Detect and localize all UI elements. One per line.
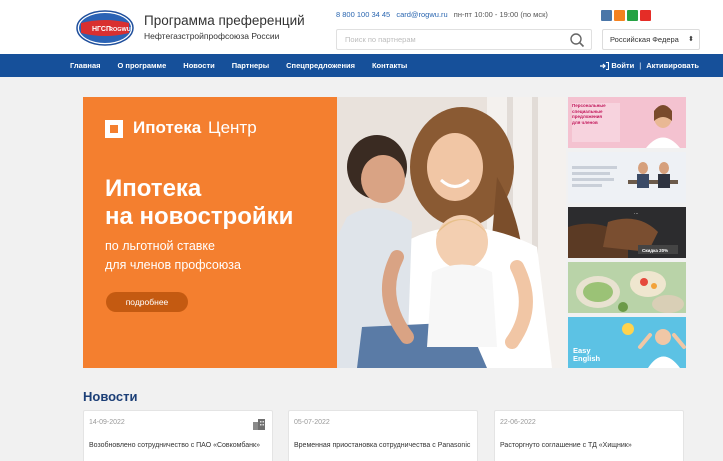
- brand-title: Программа преференций: [144, 13, 305, 28]
- promo-3-caption: ⋯: [634, 211, 639, 216]
- login-icon: [600, 61, 610, 70]
- logo-icon[interactable]: НГСП ROGWU: [75, 9, 135, 47]
- banner-logo-bold: Ипотека: [133, 118, 202, 137]
- banner-more-button[interactable]: подробнее: [106, 292, 188, 312]
- promo-1-text: Персональные специальные предложения для чл…: [572, 103, 606, 125]
- contact-info: 8 800 100 34 45 card@rogwu.ru пн-пт 10:0…: [336, 10, 548, 19]
- hero-banner[interactable]: Ипотека Центр Ипотека на новостройки по …: [83, 97, 566, 368]
- news-headline[interactable]: Расторгнуто соглашение с ТД «Хищник»: [500, 440, 680, 452]
- main-nav: Главная О программе Новости Партнеры Спе…: [0, 54, 723, 77]
- search-box: [336, 29, 592, 50]
- promo-3-text: Скидка 20%: [642, 248, 669, 253]
- activate-link[interactable]: Активировать: [646, 61, 699, 70]
- country-select-value: Российская Федера: [610, 35, 679, 44]
- promo-5-text: Easy English: [573, 346, 601, 363]
- svg-text:ROGWU: ROGWU: [109, 27, 131, 33]
- nav-item-about[interactable]: О программе: [118, 61, 167, 70]
- site-header: НГСП ROGWU Программа преференций Нефтега…: [0, 0, 723, 54]
- login-link[interactable]: Войти: [611, 61, 634, 70]
- nav-separator: |: [639, 61, 642, 70]
- youtube-icon[interactable]: [640, 10, 651, 21]
- phone-link[interactable]: 8 800 100 34 45: [336, 10, 390, 19]
- bank-icon: [253, 419, 265, 430]
- search-icon[interactable]: [569, 32, 585, 48]
- email-link[interactable]: card@rogwu.ru: [396, 10, 447, 19]
- banner-sub-2: для членов профсоюза: [105, 258, 241, 272]
- nav-item-partners[interactable]: Партнеры: [232, 61, 269, 70]
- news-date: 05-07-2022: [294, 419, 330, 426]
- working-hours: пн-пт 10:00 - 19:00 (по мск): [453, 10, 548, 19]
- news-headline[interactable]: Возобновлено сотрудничество с ПАО «Совко…: [89, 440, 269, 452]
- promo-image-2: [568, 152, 686, 203]
- news-date: 22-06-2022: [500, 419, 536, 426]
- news-headline[interactable]: Временная приостановка сотрудничества с …: [294, 440, 474, 452]
- news-card[interactable]: 05-07-2022 Временная приостановка сотруд…: [288, 410, 478, 461]
- chevron-down-icon: ⬍: [688, 36, 694, 43]
- news-card[interactable]: 22-06-2022 Расторгнуто соглашение с ТД «…: [494, 410, 684, 461]
- nav-item-news[interactable]: Новости: [183, 61, 214, 70]
- nav-item-contacts[interactable]: Контакты: [372, 61, 407, 70]
- banner-logo-light: Центр: [208, 118, 257, 137]
- country-select[interactable]: Российская Федера ⬍: [602, 29, 700, 50]
- family-photo: [337, 97, 566, 368]
- banner-sub-1: по льготной ставке: [105, 239, 215, 253]
- ipoteka-logo-icon: [105, 120, 123, 138]
- promo-image-4: [568, 262, 686, 313]
- banner-headline-1: Ипотека: [105, 175, 202, 202]
- search-input[interactable]: [337, 30, 565, 49]
- banner-text-panel: Ипотека Центр Ипотека на новостройки по …: [83, 97, 337, 368]
- promo-tile-4[interactable]: [568, 262, 686, 313]
- nav-item-home[interactable]: Главная: [70, 61, 101, 70]
- nav-item-special-offers[interactable]: Спецпредложения: [286, 61, 355, 70]
- social-links: [601, 10, 651, 21]
- promo-tile-5[interactable]: Easy English: [568, 317, 686, 368]
- promo-tile-2[interactable]: [568, 152, 686, 203]
- vk-icon[interactable]: [601, 10, 612, 21]
- whatsapp-icon[interactable]: [627, 10, 638, 21]
- promo-image-3: [568, 207, 686, 258]
- brand-subtitle: Нефтегазстройпрофсоюза России: [144, 31, 280, 41]
- news-card[interactable]: 14-09-2022 Возобновлено сотрудничество с…: [83, 410, 273, 461]
- news-section-title: Новости: [83, 389, 138, 404]
- banner-headline-2: на новостройки: [105, 203, 294, 230]
- promo-tile-1[interactable]: Персональные специальные предложения для чл…: [568, 97, 686, 148]
- ok-icon[interactable]: [614, 10, 625, 21]
- promo-tile-3[interactable]: ⋯ Скидка 20%: [568, 207, 686, 258]
- news-date: 14-09-2022: [89, 419, 125, 426]
